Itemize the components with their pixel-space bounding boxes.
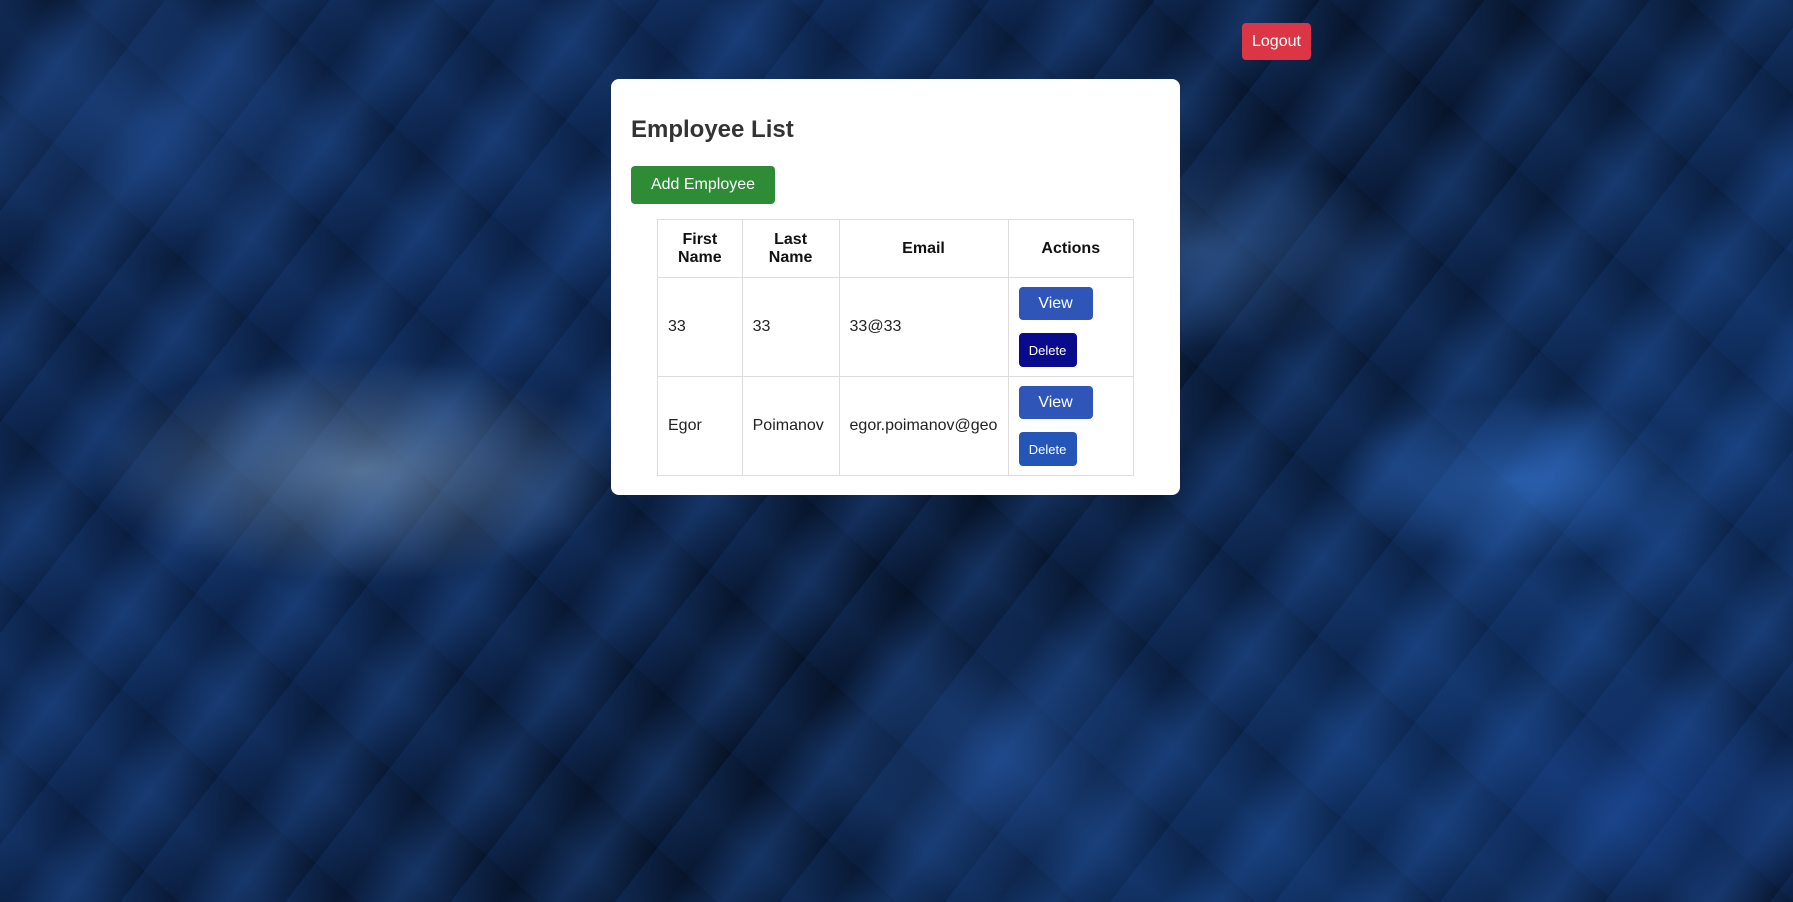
column-header-email: Email — [838, 219, 1009, 278]
column-header-actions: Actions — [1007, 219, 1135, 278]
delete-button[interactable]: Delete — [1018, 333, 1077, 367]
cell-actions: View Delete — [1007, 376, 1135, 476]
logout-button[interactable]: Logout — [1242, 23, 1311, 60]
cell-first-name: Egor — [657, 376, 743, 476]
add-employee-button[interactable]: Add Employee — [631, 166, 775, 204]
view-button[interactable]: View — [1018, 386, 1093, 419]
delete-button[interactable]: Delete — [1018, 432, 1077, 466]
cell-last-name: 33 — [741, 277, 840, 377]
table-header: First Name Last Name Email Actions — [657, 219, 1135, 278]
cell-email: 33@33 — [838, 277, 1009, 377]
cell-last-name: Poimanov — [741, 376, 840, 476]
table-header-row: First Name Last Name Email Actions — [657, 219, 1135, 278]
cell-actions: View Delete — [1007, 277, 1135, 377]
employee-table: First Name Last Name Email Actions 33 33… — [657, 219, 1135, 476]
cell-email: egor.poimanov@geo — [838, 376, 1009, 476]
cell-first-name: 33 — [657, 277, 743, 377]
view-button[interactable]: View — [1018, 287, 1093, 320]
table-body: 33 33 33@33 View Delete Egor Poimanov eg… — [657, 277, 1135, 476]
column-header-last-name: Last Name — [741, 219, 840, 278]
table-row: 33 33 33@33 View Delete — [657, 277, 1135, 377]
column-header-first-name: First Name — [657, 219, 743, 278]
table-row: Egor Poimanov egor.poimanov@geo View Del… — [657, 376, 1135, 476]
page-title: Employee List — [631, 116, 794, 143]
